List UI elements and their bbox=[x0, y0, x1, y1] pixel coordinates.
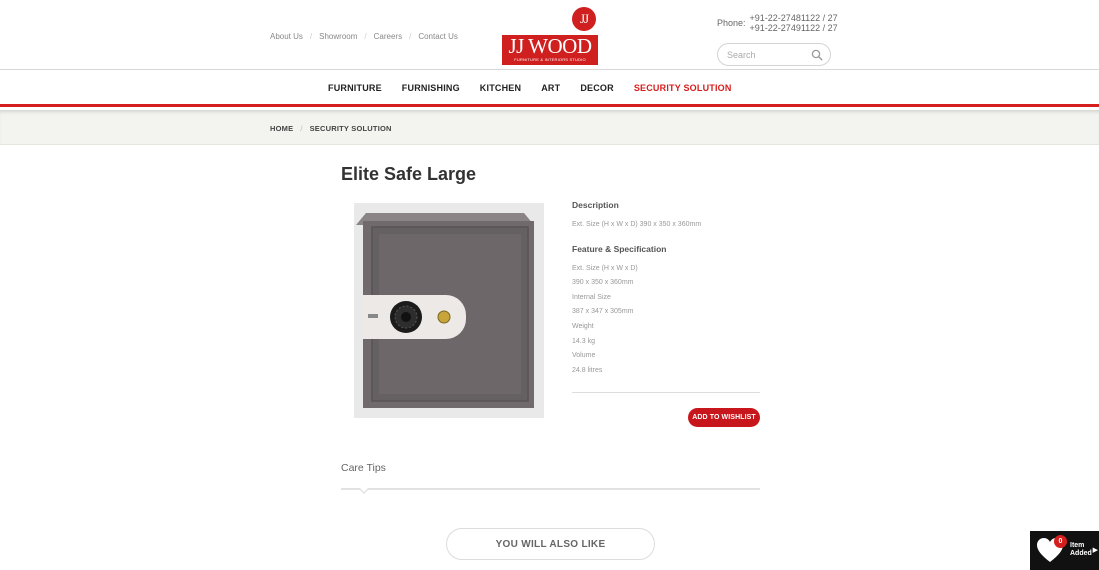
separator: / bbox=[364, 32, 367, 41]
product-title: Elite Safe Large bbox=[341, 164, 477, 184]
wishlist-widget[interactable]: 0 Item Added ▶ bbox=[1030, 531, 1099, 570]
divider bbox=[572, 392, 760, 393]
breadcrumb-bar: HOME / SECURITY SOLUTION bbox=[0, 110, 1099, 145]
description-heading: Description bbox=[572, 200, 619, 210]
nav-item-art[interactable]: ART bbox=[541, 83, 560, 93]
tab-indicator-icon bbox=[358, 488, 370, 494]
nav-item-security-solution[interactable]: SECURITY SOLUTION bbox=[634, 83, 732, 93]
feature-line: Ext. Size (H x W x D) bbox=[572, 264, 638, 272]
nav-item-furniture[interactable]: FURNITURE bbox=[328, 83, 382, 93]
wishlist-count-badge: 0 bbox=[1054, 535, 1067, 548]
logo-word: JJ WOOD bbox=[508, 34, 592, 58]
separator: / bbox=[300, 124, 303, 133]
feature-line: 24.8 litres bbox=[572, 366, 603, 374]
site-logo[interactable]: JJ JJ WOOD FURNITURE & INTERIORS STUDIO bbox=[502, 7, 598, 65]
nav-item-kitchen[interactable]: KITCHEN bbox=[480, 83, 521, 93]
nav-item-furnishing[interactable]: FURNISHING bbox=[402, 83, 460, 93]
wishlist-label: Item Added bbox=[1070, 542, 1092, 557]
logo-badge: JJ bbox=[572, 7, 596, 31]
search-box bbox=[717, 43, 831, 66]
care-tips-tab[interactable]: Care Tips bbox=[341, 462, 386, 474]
top-link-about-us[interactable]: About Us bbox=[270, 32, 303, 41]
nav-item-decor[interactable]: DECOR bbox=[580, 83, 614, 93]
chevron-right-icon: ▶ bbox=[1092, 547, 1098, 554]
separator: / bbox=[409, 32, 412, 41]
phone-number-2[interactable]: +91-22-27491122 / 27 bbox=[750, 23, 838, 33]
logo-wordmark: JJ WOOD FURNITURE & INTERIORS STUDIO bbox=[502, 35, 598, 65]
breadcrumb: HOME / SECURITY SOLUTION bbox=[270, 124, 392, 133]
description-text: Ext. Size (H x W x D) 390 x 350 x 360mm bbox=[572, 221, 702, 228]
feature-line: Internal Size bbox=[572, 293, 611, 301]
feature-line: 387 x 347 x 305mm bbox=[572, 308, 634, 316]
feature-line: 14.3 kg bbox=[572, 337, 595, 345]
top-link-contact-us[interactable]: Contact Us bbox=[418, 32, 458, 41]
phone-info: Phone: +91-22-27481122 / 27 +91-22-27491… bbox=[717, 13, 838, 33]
search-icon[interactable] bbox=[811, 49, 823, 61]
phone-label: Phone: bbox=[717, 18, 746, 28]
feature-line: Weight bbox=[572, 322, 594, 330]
phone-numbers: +91-22-27481122 / 27 +91-22-27491122 / 2… bbox=[750, 13, 838, 33]
breadcrumb-home[interactable]: HOME bbox=[270, 124, 293, 133]
feature-heading: Feature & Specification bbox=[572, 243, 667, 254]
feature-line: Volume bbox=[572, 352, 596, 360]
feature-line: 390 x 350 x 360mm bbox=[572, 279, 634, 287]
breadcrumb-current: SECURITY SOLUTION bbox=[309, 124, 392, 133]
main-nav: FURNITURE FURNISHING KITCHEN ART DECOR S… bbox=[0, 70, 1099, 107]
care-tips-divider bbox=[341, 488, 760, 490]
separator: / bbox=[309, 32, 313, 41]
site-header: About Us / Showroom / Careers / Contact … bbox=[0, 0, 1099, 70]
top-link-showroom[interactable]: Showroom bbox=[319, 32, 357, 41]
phone-number-1[interactable]: +91-22-27481122 / 27 bbox=[750, 13, 838, 23]
product-details: Description Ext. Size (H x W x D) 390 x … bbox=[572, 200, 760, 378]
search-input[interactable] bbox=[727, 49, 807, 61]
add-to-wishlist-button[interactable]: ADD TO WISHLIST bbox=[688, 408, 760, 427]
safe-illustration bbox=[354, 203, 544, 418]
top-link-careers[interactable]: Careers bbox=[374, 32, 402, 41]
product-image[interactable] bbox=[354, 203, 544, 418]
logo-tagline: FURNITURE & INTERIORS STUDIO bbox=[514, 57, 586, 62]
top-links: About Us / Showroom / Careers / Contact … bbox=[270, 32, 458, 41]
you-will-also-like-heading: YOU WILL ALSO LIKE bbox=[446, 528, 655, 560]
